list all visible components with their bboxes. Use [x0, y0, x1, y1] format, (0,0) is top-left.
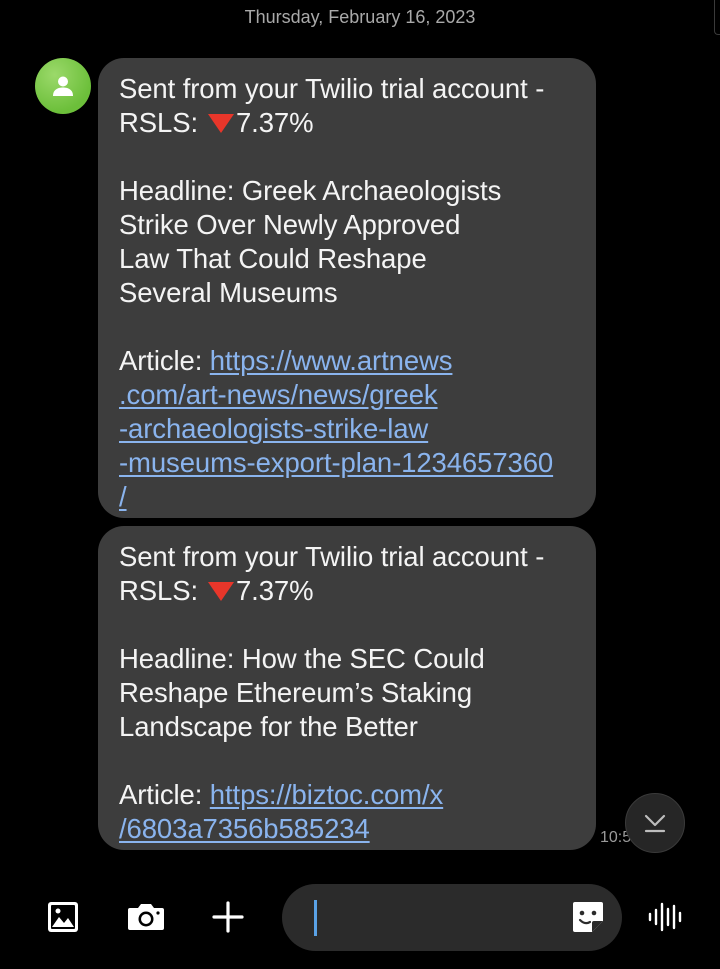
article-link[interactable]: /: [119, 480, 576, 514]
article-link[interactable]: https://www.artnews: [210, 345, 453, 376]
red-down-triangle-icon: [207, 114, 234, 133]
article-label: Article:: [119, 779, 210, 810]
article-link[interactable]: https://biztoc.com/x: [210, 779, 443, 810]
ticker-line: RSLS: 7.37%: [119, 106, 576, 140]
red-down-triangle-icon: [207, 582, 234, 601]
article-link[interactable]: /6803a7356b585234: [119, 812, 576, 846]
attach-button[interactable]: [208, 897, 248, 937]
person-icon: [53, 76, 73, 96]
change-value: 7.37%: [235, 575, 314, 606]
change-value: 7.37%: [235, 107, 314, 138]
headline-line: Landscape for the Better: [119, 711, 418, 742]
contact-avatar[interactable]: [35, 58, 91, 114]
sticker-button[interactable]: [570, 899, 606, 935]
sender-line: Sent from your Twilio trial account -: [119, 73, 545, 104]
headline-line: Several Museums: [119, 277, 338, 308]
voice-wave-icon: [648, 902, 682, 932]
ticker-symbol: RSLS:: [119, 575, 198, 606]
article-line: Article: https://biztoc.com/x: [119, 778, 576, 812]
camera-button[interactable]: [125, 898, 167, 936]
voice-button[interactable]: [646, 899, 686, 935]
sender-line: Sent from your Twilio trial account -: [119, 541, 545, 572]
chevron-down-icon: [644, 814, 666, 833]
headline-line: Law That Could Reshape: [119, 243, 427, 274]
article-link[interactable]: -museums-export-plan-1234657360: [119, 446, 576, 480]
headline-line: Headline: How the SEC Could: [119, 643, 485, 674]
camera-icon: [128, 904, 164, 930]
ticker-symbol: RSLS:: [119, 107, 198, 138]
headline-line: Headline: Greek Archaeologists: [119, 175, 502, 206]
conversation-screen: Thursday, February 16, 2023 Sent from yo…: [0, 0, 720, 969]
gallery-icon: [48, 902, 78, 932]
text-caret: [314, 900, 317, 936]
article-label: Article:: [119, 345, 210, 376]
article-link[interactable]: .com/art-news/news/greek: [119, 378, 576, 412]
sticker-icon: [573, 902, 603, 932]
scrollbar[interactable]: [714, 0, 720, 35]
headline-line: Strike Over Newly Approved: [119, 209, 461, 240]
gallery-button[interactable]: [44, 898, 82, 936]
article-line: Article: https://www.artnews: [119, 344, 576, 378]
plus-icon: [212, 901, 244, 933]
article-link[interactable]: -archaeologists-strike-law: [119, 412, 576, 446]
headline-line: Reshape Ethereum’s Staking: [119, 677, 473, 708]
scroll-to-bottom-button[interactable]: [625, 793, 685, 853]
message-bubble[interactable]: Sent from your Twilio trial account - RS…: [98, 526, 596, 850]
ticker-line: RSLS: 7.37%: [119, 574, 576, 608]
message-bubble[interactable]: Sent from your Twilio trial account - RS…: [98, 58, 596, 518]
date-header: Thursday, February 16, 2023: [244, 7, 476, 27]
